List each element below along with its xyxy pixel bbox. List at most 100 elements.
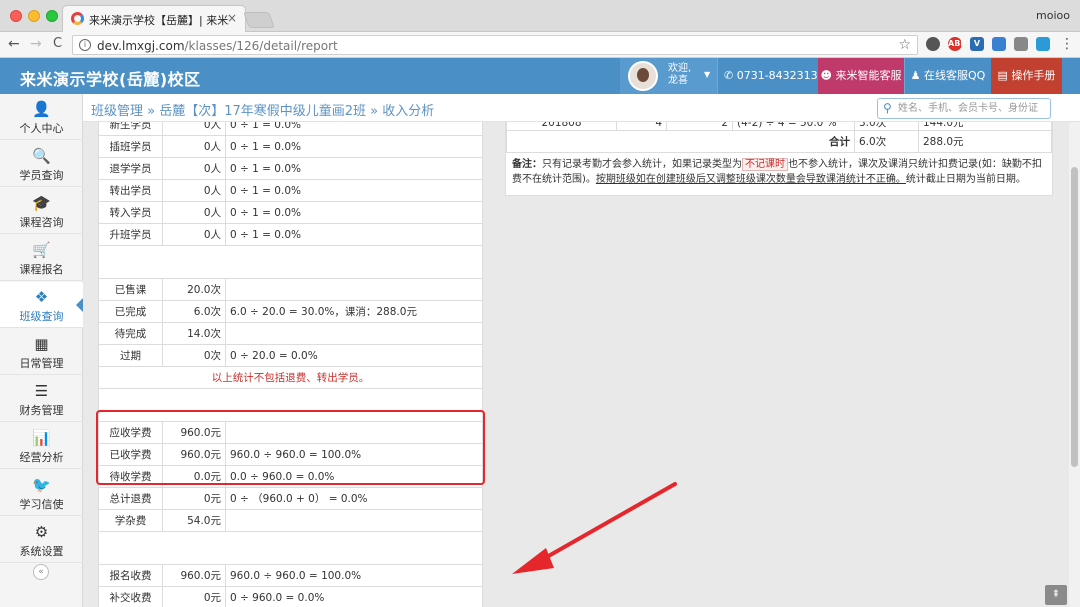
sidebar-item-settings[interactable]: ⚙ 系统设置 (0, 517, 83, 563)
stat-label: 过期 (98, 344, 163, 367)
table-row: 已完成 6.0次 6.0 ÷ 20.0 = 30.0%，课消：288.0元 (98, 300, 483, 323)
avatar (628, 61, 658, 91)
back-button[interactable]: ← (8, 37, 20, 51)
table-row: 转入学员 0人 0 ÷ 1 = 0.0% (98, 201, 483, 224)
user-menu[interactable]: 欢迎,龙喜 ▼ (620, 58, 717, 94)
stat-count: 0元 (162, 487, 226, 510)
phone-number: ✆ 0731-84323130 (717, 58, 825, 94)
stats-note: 以上统计不包括退费、转出学员。 (98, 366, 483, 389)
table-row: 插班学员 0人 0 ÷ 1 = 0.0% (98, 135, 483, 158)
breadcrumb[interactable]: 班级管理 » 岳麓【次】17年寒假中级儿童画2班 » 收入分析 (91, 100, 434, 119)
browser-tab[interactable]: 来米演示学校【岳麓】| 来米班 × (62, 5, 246, 32)
sidebar-item-class-query[interactable]: ❖ 班级查询 (0, 282, 84, 328)
calendar-icon: ▦ (34, 335, 49, 353)
stat-count: 0人 (162, 223, 226, 246)
total-count: 6.0次 (854, 130, 919, 153)
page-scrollbar[interactable] (1069, 122, 1080, 607)
address-bar[interactable]: i dev.lmxgj.com/klasses/126/detail/repor… (72, 35, 918, 55)
sidebar-item-messenger[interactable]: 🐦 学习信使 (0, 470, 83, 516)
table-row: 补交收费 0元 0 ÷ 960.0 = 0.0% (98, 586, 483, 607)
sidebar-item-course-consult[interactable]: 🎓 课程咨询 (0, 188, 83, 234)
stat-count: 14.0次 (162, 322, 226, 345)
sidebar-item-label: 经营分析 (19, 451, 64, 464)
student-search[interactable]: ⚲ (877, 98, 1051, 119)
stat-formula: 0 ÷ （960.0 + 0） = 0.0% (225, 487, 483, 510)
sidebar-item-personal[interactable]: 👤 个人中心 (0, 94, 83, 140)
sidebar-item-enroll[interactable]: 🛒 课程报名 (0, 235, 83, 281)
sidebar-item-label: 系统设置 (19, 545, 64, 558)
url-host: dev.lmxgj.com (97, 39, 185, 53)
extension-puzzle-icon[interactable] (1036, 37, 1050, 51)
spacer-cell (98, 245, 483, 279)
url-path: /klasses/126/detail/report (184, 39, 338, 53)
forward-button[interactable]: → (30, 37, 42, 51)
table-cell: 4 (616, 122, 667, 131)
smart-service-label: 来米智能客服 (835, 69, 902, 82)
stat-label: 总计退费 (98, 487, 163, 510)
stat-formula (225, 509, 483, 532)
qq-service-label: 在线客服QQ (924, 69, 986, 82)
twitter-bird-icon: 🐦 (32, 476, 51, 494)
browser-profile-name[interactable]: moioo (1036, 9, 1070, 22)
sidebar-item-student-query[interactable]: 🔍 学员查询 (0, 141, 83, 187)
minimize-window-button[interactable] (28, 10, 40, 22)
close-window-button[interactable] (10, 10, 22, 22)
total-label: 合计 (506, 130, 855, 153)
manual-button[interactable]: ▤ 操作手册 (991, 58, 1062, 94)
stats-note-row: 以上统计不包括退费、转出学员。 (98, 366, 483, 389)
sidebar-item-daily[interactable]: ▦ 日常管理 (0, 329, 83, 375)
stat-formula (225, 322, 483, 345)
total-row: 合计 6.0次 288.0元 (506, 130, 1052, 153)
table-row: 退学学员 0人 0 ÷ 1 = 0.0% (98, 157, 483, 180)
info-icon[interactable]: i (79, 39, 91, 51)
search-icon: 🔍 (32, 147, 51, 165)
collapse-sidebar-button[interactable]: « (33, 564, 49, 580)
table-row: 待完成 14.0次 (98, 322, 483, 345)
table-row: 已售课 20.0次 (98, 278, 483, 301)
table-cell: 144.0元 (918, 122, 1052, 131)
search-input[interactable] (898, 101, 1048, 116)
maximize-window-button[interactable] (46, 10, 58, 22)
no-count-tag: 不记课时 (742, 158, 788, 171)
sidebar-item-analysis[interactable]: 📊 经营分析 (0, 423, 83, 469)
extension-doc-icon[interactable] (992, 37, 1006, 51)
new-tab-button[interactable] (243, 12, 275, 28)
stat-count: 0人 (162, 201, 226, 224)
summary-table: 201808 4 2 (4-2) ÷ 4 = 50.0 % 3.0次 144.0… (506, 122, 1052, 153)
adblock-icon[interactable]: ABP (948, 37, 966, 51)
sidebar-item-label: 学员查询 (19, 169, 64, 182)
stat-formula: 0 ÷ 1 = 0.0% (225, 135, 483, 158)
browser-toolbar: ← → C i dev.lmxgj.com/klasses/126/detail… (0, 32, 1080, 58)
stat-count: 0人 (162, 122, 226, 136)
tab-title: 来米演示学校【岳麓】| 来米班 (89, 14, 229, 27)
stat-label: 升班学员 (98, 223, 163, 246)
stat-count: 54.0元 (162, 509, 226, 532)
smart-service-button[interactable]: ☻ 来米智能客服 (818, 58, 904, 94)
sidebar-item-label: 课程报名 (19, 263, 64, 276)
bookmark-star-icon[interactable]: ☆ (898, 37, 911, 53)
extension-triangle-icon[interactable] (1014, 37, 1028, 51)
stat-count: 0人 (162, 157, 226, 180)
stat-label: 退学学员 (98, 157, 163, 180)
scrollbar-thumb[interactable] (1071, 167, 1078, 467)
back-to-top-button[interactable]: ⇞ (1045, 585, 1067, 605)
stat-count: 0元 (162, 586, 226, 607)
qq-service-button[interactable]: ♟ 在线客服QQ (904, 58, 991, 94)
sidebar: 👤 个人中心 🔍 学员查询 🎓 课程咨询 🛒 课程报名 ❖ 班级查询 ▦ 日常管… (0, 94, 84, 607)
stat-formula: 6.0 ÷ 20.0 = 30.0%，课消：288.0元 (225, 300, 483, 323)
cart-icon: 🛒 (32, 241, 51, 259)
extension-v-icon[interactable]: V (970, 37, 984, 51)
reload-button[interactable]: C (53, 37, 62, 51)
tab-close-icon[interactable]: × (227, 11, 237, 25)
graduation-cap-icon: 🎓 (32, 194, 51, 212)
browser-menu-icon[interactable]: ⋮ (1060, 37, 1074, 51)
remark-underlined: 按期班级如在创建班级后又调整班级课次数量会导致课消统计不正确。 (595, 174, 906, 185)
sidebar-item-label: 班级查询 (19, 310, 64, 323)
extension-ghost-icon[interactable] (926, 37, 940, 51)
sidebar-item-finance[interactable]: ☰ 财务管理 (0, 376, 83, 422)
stat-count: 0人 (162, 179, 226, 202)
remark-text-a: 只有记录考勤才会参入统计，如果记录类型为 (542, 159, 742, 170)
stat-count: 960.0元 (162, 564, 226, 587)
stat-label: 插班学员 (98, 135, 163, 158)
spacer-cell (98, 531, 483, 565)
